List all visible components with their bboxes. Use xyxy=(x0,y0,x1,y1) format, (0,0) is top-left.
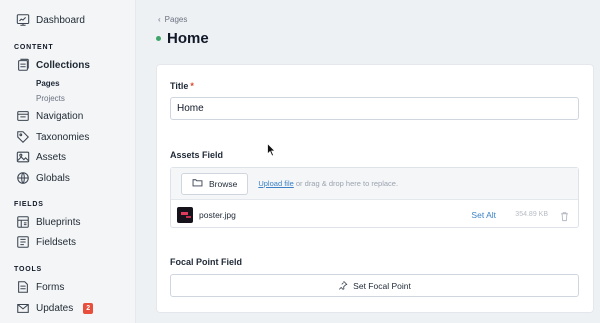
trash-icon[interactable] xyxy=(559,209,570,222)
published-status-dot xyxy=(156,36,161,41)
assets-field: Browse Upload file or drag & drop here t… xyxy=(170,167,579,228)
page-title: Home xyxy=(156,30,209,47)
sidebar-item-collections[interactable]: Collections xyxy=(16,56,90,74)
sidebar-item-navigation[interactable]: Navigation xyxy=(16,107,83,125)
browse-label: Browse xyxy=(209,178,238,189)
drop-hint-text: or drag & drop here to replace. xyxy=(295,179,399,188)
title-field-label: Title * xyxy=(170,81,194,91)
asset-filesize: 354.89 KB xyxy=(515,211,548,218)
blueprint-icon xyxy=(16,215,30,229)
folder-icon xyxy=(192,177,203,190)
sidebar-item-label: Assets xyxy=(36,151,67,163)
focal-field-label: Focal Point Field xyxy=(170,257,243,267)
sidebar-item-forms[interactable]: Forms xyxy=(16,278,64,296)
sidebar-item-assets[interactable]: Assets xyxy=(16,148,66,166)
mouse-cursor-icon xyxy=(267,143,276,157)
tag-icon xyxy=(16,130,30,144)
collections-icon xyxy=(16,58,30,72)
sidebar-subitem-pages[interactable]: Pages xyxy=(36,79,60,88)
set-focal-point-button[interactable]: Set Focal Point xyxy=(170,274,579,297)
sidebar-item-label: Fieldsets xyxy=(36,236,77,248)
sidebar-item-updates[interactable]: Updates 2 xyxy=(16,299,94,317)
sidebar: Dashboard CONTENT Collections Pages Proj… xyxy=(0,0,136,323)
sidebar-item-label: Taxonomies xyxy=(36,131,90,143)
sidebar-subitem-projects[interactable]: Projects xyxy=(36,94,65,103)
assets-toolbar: Browse Upload file or drag & drop here t… xyxy=(171,168,578,200)
sidebar-item-label: Collections xyxy=(36,59,90,71)
sidebar-item-label: Dashboard xyxy=(36,14,85,26)
sidebar-item-label: Globals xyxy=(36,172,70,184)
main-content: ‹ Pages Home Title * Home Assets Field Br… xyxy=(136,0,600,323)
sidebar-item-blueprints[interactable]: Blueprints xyxy=(16,213,80,231)
pin-icon xyxy=(338,280,348,292)
browse-button[interactable]: Browse xyxy=(181,172,249,195)
focal-button-label: Set Focal Point xyxy=(353,280,411,291)
page-title-text: Home xyxy=(167,30,209,47)
sidebar-item-taxonomies[interactable]: Taxonomies xyxy=(16,128,89,146)
asset-thumbnail[interactable] xyxy=(177,206,193,223)
sidebar-item-fieldsets[interactable]: Fieldsets xyxy=(16,233,76,251)
form-icon xyxy=(16,280,30,294)
drop-hint: Upload file or drag & drop here to repla… xyxy=(258,179,398,188)
sidebar-item-globals[interactable]: Globals xyxy=(16,169,70,187)
form-card: Title * Home Assets Field Browse Upload f… xyxy=(156,64,594,313)
sidebar-item-label: Updates xyxy=(36,302,74,314)
title-label-text: Title xyxy=(170,81,189,91)
image-icon xyxy=(16,150,30,164)
title-input[interactable]: Home xyxy=(170,97,579,120)
globe-icon xyxy=(16,171,30,185)
sidebar-item-label: Forms xyxy=(36,281,65,293)
upload-file-link[interactable]: Upload file xyxy=(258,179,293,188)
chevron-left-icon: ‹ xyxy=(158,15,161,24)
sidebar-item-dashboard[interactable]: Dashboard xyxy=(16,11,85,29)
sidebar-item-label: Blueprints xyxy=(36,216,81,228)
fieldset-icon xyxy=(16,235,30,249)
breadcrumb-label: Pages xyxy=(164,15,188,24)
asset-filename[interactable]: poster.jpg xyxy=(199,210,236,220)
updates-count-badge: 2 xyxy=(83,302,94,314)
section-title-content: CONTENT xyxy=(14,44,54,51)
section-title-tools: TOOLS xyxy=(14,266,42,273)
section-title-fields: FIELDS xyxy=(14,201,44,208)
asset-row: poster.jpg Set Alt 354.89 KB xyxy=(171,200,578,229)
breadcrumb[interactable]: ‹ Pages xyxy=(158,15,187,24)
assets-field-label: Assets Field xyxy=(170,150,224,160)
dashboard-icon xyxy=(16,13,30,27)
updates-icon xyxy=(16,301,30,315)
set-alt-button[interactable]: Set Alt xyxy=(471,210,496,220)
required-marker: * xyxy=(190,81,194,91)
navigation-icon xyxy=(16,109,30,123)
sidebar-item-label: Navigation xyxy=(36,110,84,122)
